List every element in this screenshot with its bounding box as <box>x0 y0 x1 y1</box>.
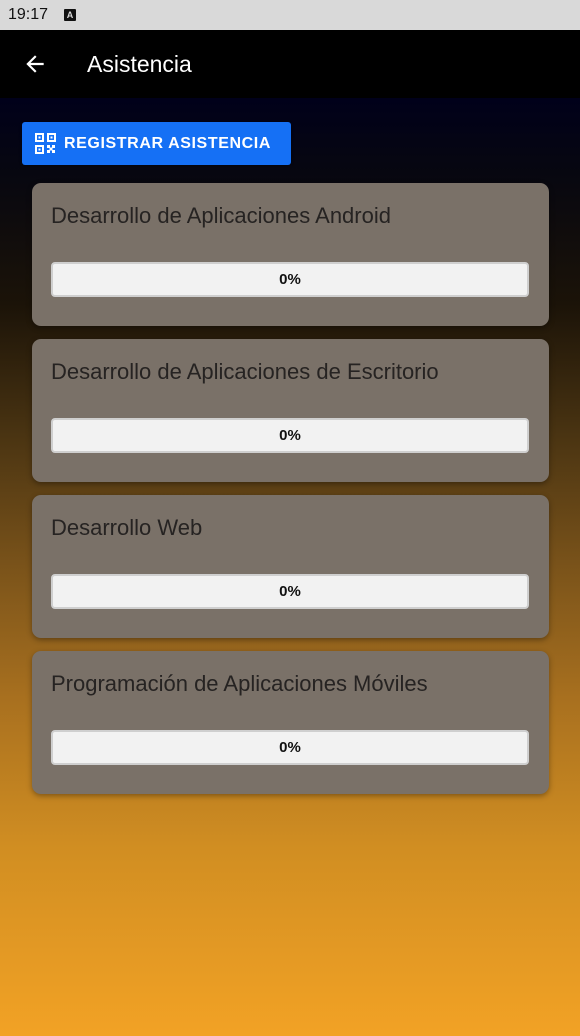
progress-label: 0% <box>279 583 301 600</box>
qr-code-icon <box>35 133 56 154</box>
status-time: 19:17 <box>8 6 49 23</box>
course-card[interactable]: Programación de Aplicaciones Móviles 0% <box>32 651 549 794</box>
progress-label: 0% <box>279 271 301 288</box>
progress-label: 0% <box>279 739 301 756</box>
page-title: Asistencia <box>87 50 192 77</box>
attendance-progress-bar: 0% <box>51 418 529 453</box>
back-button[interactable] <box>18 47 52 81</box>
main-content: REGISTRAR ASISTENCIA Desarrollo de Aplic… <box>0 98 580 1036</box>
course-name: Desarrollo de Aplicaciones Android <box>51 203 391 228</box>
course-card[interactable]: Desarrollo Web 0% <box>32 495 549 638</box>
course-card[interactable]: Desarrollo de Aplicaciones Android 0% <box>32 183 549 326</box>
course-name: Desarrollo de Aplicaciones de Escritorio <box>51 359 439 384</box>
register-attendance-label: REGISTRAR ASISTENCIA <box>64 134 271 152</box>
attendance-progress-bar: 0% <box>51 730 529 765</box>
course-card[interactable]: Desarrollo de Aplicaciones de Escritorio… <box>32 339 549 482</box>
register-attendance-button[interactable]: REGISTRAR ASISTENCIA <box>22 122 291 165</box>
notification-a-icon: A <box>64 9 77 21</box>
progress-label: 0% <box>279 427 301 444</box>
course-name: Programación de Aplicaciones Móviles <box>51 671 428 696</box>
course-name: Desarrollo Web <box>51 515 203 540</box>
arrow-left-icon <box>26 55 44 73</box>
attendance-progress-bar: 0% <box>51 574 529 609</box>
app-bar: Asistencia <box>0 30 580 98</box>
attendance-progress-bar: 0% <box>51 262 529 297</box>
status-bar: 19:17 A <box>0 0 580 30</box>
